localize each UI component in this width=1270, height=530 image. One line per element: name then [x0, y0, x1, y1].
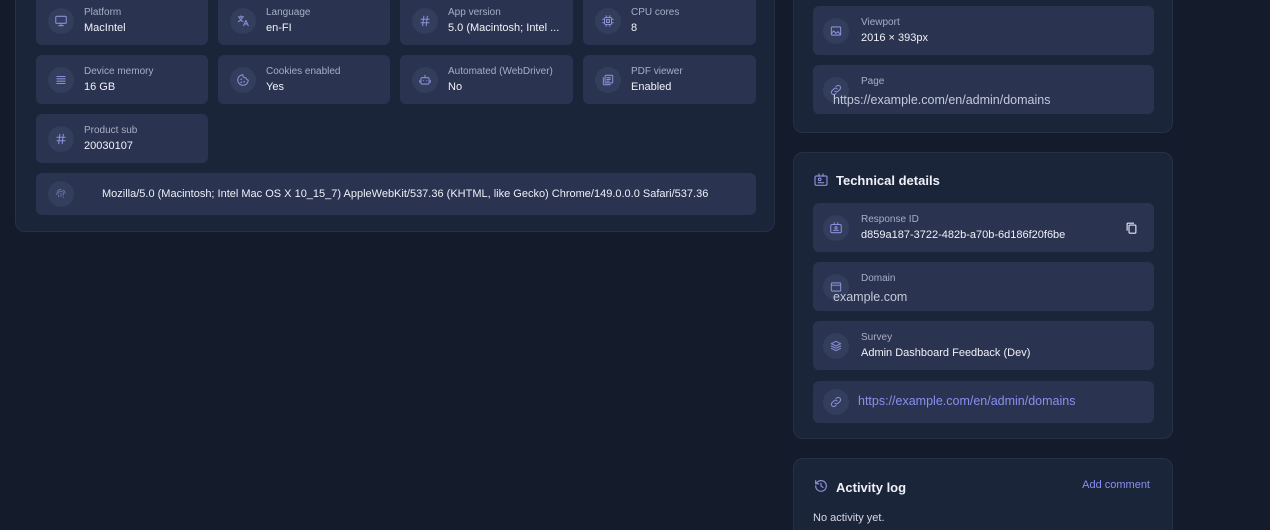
app-version-tile: App version 5.0 (Macintosh; Intel ... — [400, 0, 573, 45]
tile-value: Enabled — [631, 81, 672, 93]
layers-icon — [823, 332, 849, 359]
image-icon — [823, 17, 849, 44]
tile-label: CPU cores — [631, 7, 680, 18]
product-sub-tile: Product sub 20030107 — [36, 114, 208, 163]
cpu-icon — [595, 7, 621, 34]
response-link[interactable]: https://example.com/en/admin/domains — [858, 394, 1075, 408]
tile-label: Platform — [84, 7, 122, 18]
tile-value: 20030107 — [84, 140, 133, 152]
tile-value: MacIntel — [84, 22, 126, 34]
link-icon — [823, 389, 849, 415]
language-tile: Language en-FI — [218, 0, 390, 45]
tile-value: Yes — [266, 81, 284, 93]
memory-icon — [48, 66, 74, 93]
id-card-icon — [813, 172, 829, 188]
activity-log-card: Activity log Add comment No activity yet… — [793, 458, 1173, 530]
tile-label: Cookies enabled — [266, 66, 341, 77]
tile-value: en-FI — [266, 22, 292, 34]
tile-value: 16 GB — [84, 81, 116, 93]
response-id-tile: Response ID d859a187-3722-482b-a70b-6d18… — [813, 203, 1154, 252]
tile-label: Page — [861, 76, 885, 87]
device-info-panel: Platform MacIntel Language en-FI App ver… — [15, 0, 775, 232]
page-url-value: https://example.com/en/admin/domains — [833, 93, 1051, 107]
robot-icon — [412, 66, 438, 93]
response-detail-page: Platform MacIntel Language en-FI App ver… — [0, 0, 1270, 530]
survey-value: Admin Dashboard Feedback (Dev) — [861, 347, 1031, 359]
platform-tile: Platform MacIntel — [36, 0, 208, 45]
activity-log-title: Activity log — [836, 480, 907, 495]
response-link-tile[interactable]: https://example.com/en/admin/domains — [813, 381, 1154, 423]
response-id-value: d859a187-3722-482b-a70b-6d186f20f6be — [861, 229, 1066, 241]
technical-details-card: Technical details Response ID d859a187-3… — [793, 152, 1173, 439]
tile-label: Response ID — [861, 214, 919, 225]
cookies-tile: Cookies enabled Yes — [218, 55, 390, 104]
user-agent-tile: Mozilla/5.0 (Macintosh; Intel Mac OS X 1… — [36, 173, 756, 215]
add-comment-button[interactable]: Add comment — [1082, 479, 1150, 491]
domain-value: example.com — [833, 290, 908, 304]
tile-label: Product sub — [84, 125, 138, 136]
viewport-tile: Viewport 2016 × 393px — [813, 6, 1154, 55]
page-url-tile: Page https://example.com/en/admin/domain… — [813, 65, 1154, 114]
tile-label: Domain — [861, 273, 896, 284]
copy-icon[interactable] — [1124, 220, 1140, 236]
webdriver-tile: Automated (WebDriver) No — [400, 55, 573, 104]
tile-label: App version — [448, 7, 501, 18]
history-icon — [813, 478, 829, 494]
hash-icon — [48, 125, 74, 152]
technical-details-title: Technical details — [836, 173, 940, 188]
cpu-cores-tile: CPU cores 8 — [583, 0, 756, 45]
fingerprint-icon — [48, 181, 74, 207]
tile-label: Device memory — [84, 66, 154, 77]
tile-label: PDF viewer — [631, 66, 683, 77]
empty-activity-text: No activity yet. — [813, 512, 885, 524]
translate-icon — [230, 7, 256, 34]
pdf-viewer-tile: PDF viewer Enabled — [583, 55, 756, 104]
survey-tile: Survey Admin Dashboard Feedback (Dev) — [813, 321, 1154, 370]
session-card: Viewport 2016 × 393px Page https://examp… — [793, 0, 1173, 133]
device-memory-tile: Device memory 16 GB — [36, 55, 208, 104]
tile-label: Language — [266, 7, 311, 18]
cookie-icon — [230, 66, 256, 93]
tile-label: Viewport — [861, 17, 900, 28]
pdf-icon — [595, 66, 621, 93]
hash-icon — [412, 7, 438, 34]
user-agent-value: Mozilla/5.0 (Macintosh; Intel Mac OS X 1… — [102, 188, 709, 200]
tile-label: Survey — [861, 332, 893, 343]
tile-label: Automated (WebDriver) — [448, 66, 553, 77]
domain-tile: Domain example.com — [813, 262, 1154, 311]
monitor-icon — [48, 7, 74, 34]
tile-value: 2016 × 393px — [861, 32, 928, 44]
tile-value: No — [448, 81, 463, 93]
tile-value: 5.0 (Macintosh; Intel ... — [448, 22, 560, 34]
tile-value: 8 — [631, 22, 638, 34]
id-card-icon — [823, 214, 849, 241]
